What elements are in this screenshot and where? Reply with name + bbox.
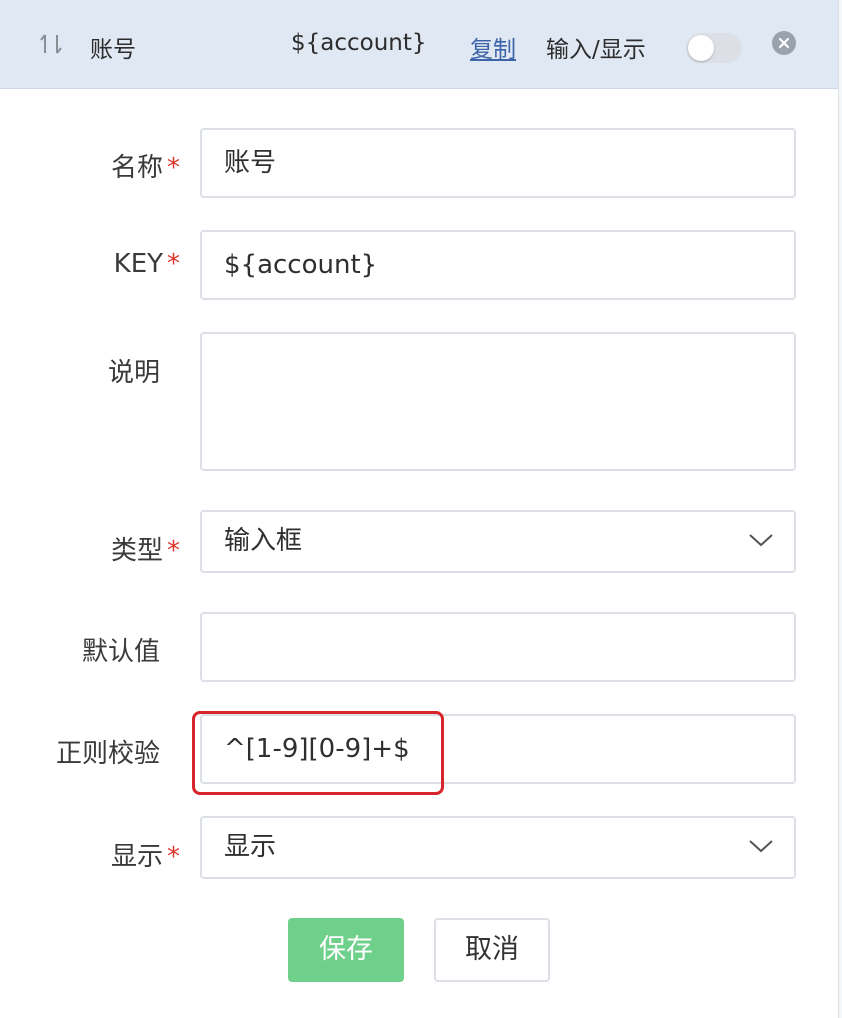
description-label-text: 说明 — [107, 358, 160, 388]
toggle-knob — [688, 35, 714, 61]
display-label: 显示 * — [0, 836, 180, 873]
name-input-value: 账号 — [224, 148, 277, 178]
save-button[interactable]: 保存 — [288, 918, 404, 982]
display-select[interactable]: 显示 — [200, 816, 796, 879]
display-select-value: 显示 — [224, 832, 277, 862]
name-label: 名称 * — [0, 147, 180, 184]
default-value-input[interactable] — [200, 612, 796, 682]
close-icon[interactable] — [772, 31, 796, 55]
cancel-button[interactable]: 取消 — [434, 918, 550, 982]
type-select-value: 输入框 — [224, 526, 303, 556]
key-input[interactable]: ${account} — [200, 230, 796, 300]
field-header: 账号 ${account} 复制 输入/显示 — [0, 0, 838, 89]
field-key-text: ${account} — [291, 30, 427, 56]
required-mark: * — [167, 842, 180, 872]
description-label: 说明 — [0, 352, 160, 389]
required-mark: * — [167, 536, 180, 566]
type-label: 类型 * — [0, 530, 180, 567]
field-config-panel: 账号 ${account} 复制 输入/显示 名称 * 账号 KEY * ${acc… — [0, 0, 839, 1018]
key-label: KEY * — [0, 249, 180, 279]
required-mark: * — [167, 249, 180, 279]
field-title: 账号 — [90, 37, 136, 63]
sort-icon[interactable] — [38, 32, 66, 56]
regex-label: 正则校验 — [0, 733, 160, 770]
regex-input[interactable]: ^[1-9][0-9]+$ — [200, 714, 796, 784]
chevron-down-icon — [748, 838, 774, 858]
chevron-down-icon — [748, 532, 774, 552]
regex-label-text: 正则校验 — [55, 739, 160, 769]
default-label: 默认值 — [0, 631, 160, 668]
default-label-text: 默认值 — [81, 637, 160, 667]
name-label-text: 名称 — [110, 153, 163, 183]
key-input-value: ${account} — [224, 250, 378, 280]
key-label-text: KEY — [113, 249, 163, 279]
name-input[interactable]: 账号 — [200, 128, 796, 198]
regex-input-value: ^[1-9][0-9]+$ — [224, 734, 410, 764]
input-display-label: 输入/显示 — [546, 37, 646, 63]
copy-link[interactable]: 复制 — [470, 30, 516, 64]
required-mark: * — [167, 153, 180, 183]
input-display-toggle[interactable] — [686, 33, 742, 63]
type-label-text: 类型 — [110, 536, 163, 566]
display-label-text: 显示 — [110, 842, 163, 872]
type-select[interactable]: 输入框 — [200, 510, 796, 573]
description-textarea[interactable] — [200, 332, 796, 471]
